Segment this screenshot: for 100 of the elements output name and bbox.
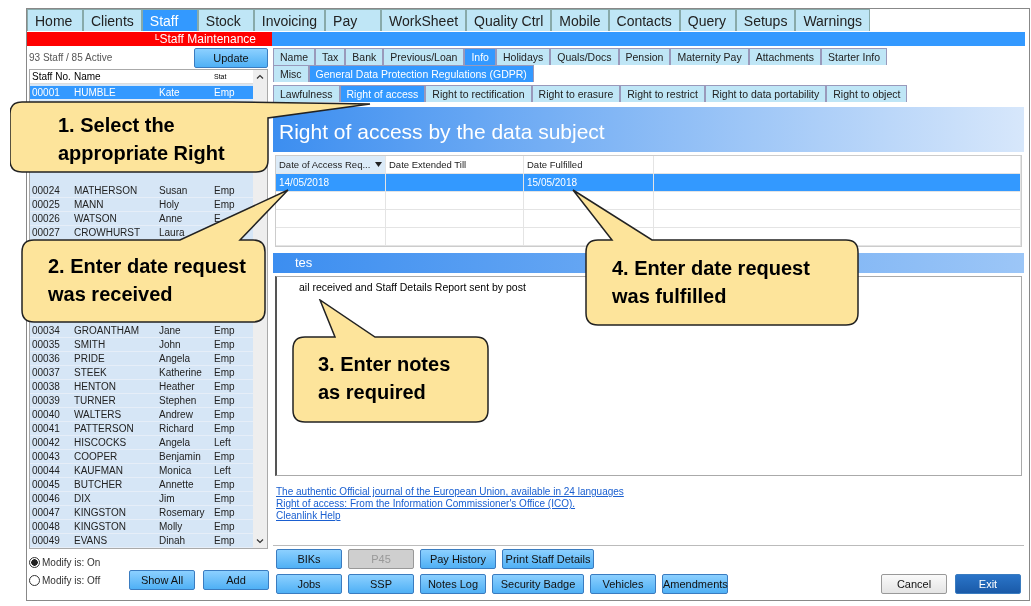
detail-tab[interactable]: Starter Info <box>821 48 887 65</box>
action-button[interactable]: Security Badge <box>492 574 584 594</box>
first-name: Jane <box>158 325 182 336</box>
rights-tab[interactable]: Right to rectification <box>425 85 532 102</box>
staff-row[interactable]: 00037 STEEK Katherine Emp <box>30 366 253 380</box>
radio-label: Modify is: On <box>42 557 101 568</box>
staff-row[interactable]: 00041 PATTERSON Richard Emp <box>30 422 253 436</box>
first-name: Katherine <box>158 367 203 378</box>
list-button[interactable]: Show All <box>129 570 195 590</box>
staff-number: 00038 <box>31 381 61 392</box>
list-button[interactable]: Add <box>203 570 269 590</box>
action-button[interactable]: SSP <box>348 574 414 594</box>
surname: EVANS <box>73 535 109 546</box>
surname: HUMBLE <box>73 87 117 98</box>
status: Emp <box>213 423 236 434</box>
staff-number: 00043 <box>31 451 61 462</box>
action-button[interactable]: Pay History <box>420 549 496 569</box>
status: Emp <box>213 409 236 420</box>
detail-tab[interactable]: Misc <box>273 65 309 82</box>
surname: MANN <box>73 199 105 210</box>
detail-tab[interactable]: Tax <box>315 48 346 65</box>
callout-label: 1. Select the appropriate Right <box>58 113 225 166</box>
radio-button[interactable] <box>29 557 40 568</box>
status: Emp <box>213 339 236 350</box>
column-header[interactable]: Date Fulfilled <box>524 156 654 173</box>
detail-tab[interactable]: Bank <box>345 48 384 65</box>
help-link[interactable]: The authentic Official journal of the European Union, available in 24 languages <box>276 486 624 497</box>
first-name: Monica <box>158 465 193 476</box>
staff-row[interactable]: 00039 TURNER Stephen Emp <box>30 394 253 408</box>
help-link[interactable]: Right of access: From the Information Commissioner's Office (ICO). <box>276 498 576 509</box>
surname: KINGSTON <box>73 507 128 518</box>
cancel-button[interactable]: Cancel <box>881 574 947 594</box>
first-name: Anne <box>158 213 184 224</box>
staff-row[interactable]: 00049 EVANS Dinah Emp <box>30 534 253 548</box>
status: Emp <box>213 353 236 364</box>
main-tab[interactable]: Quality Ctrl <box>466 9 552 31</box>
status: Left <box>213 437 232 448</box>
action-button[interactable]: Jobs <box>276 574 342 594</box>
staff-row[interactable]: 00046 DIX Jim Emp <box>30 492 253 506</box>
staff-row[interactable]: 00040 WALTERS Andrew Emp <box>30 408 253 422</box>
staff-number: 00026 <box>31 213 61 224</box>
scroll-up-icon[interactable] <box>256 74 264 79</box>
staff-row[interactable]: 00038 HENTON Heather Emp <box>30 380 253 394</box>
main-tab[interactable]: WorkSheet <box>381 9 467 31</box>
main-tab[interactable]: Warnings <box>795 9 870 31</box>
staff-number: 00040 <box>31 409 61 420</box>
main-tab[interactable]: Setups <box>735 9 796 31</box>
staff-row[interactable]: 00034 GROANTHAM Jane Emp <box>30 324 253 338</box>
main-tab[interactable]: Home <box>27 9 83 31</box>
main-tab[interactable]: Mobile <box>551 9 609 31</box>
first-name: Andrew <box>158 409 194 420</box>
detail-tab[interactable]: Pension <box>618 48 671 65</box>
column-header: Staff No. <box>31 71 72 82</box>
staff-number: 00044 <box>31 465 61 476</box>
staff-row[interactable]: 00035 SMITH John Emp <box>30 338 253 352</box>
first-name: Richard <box>158 423 195 434</box>
staff-row[interactable]: 00047 KINGSTON Rosemary Emp <box>30 506 253 520</box>
surname: WATSON <box>73 213 118 224</box>
scroll-down-icon[interactable] <box>256 539 264 544</box>
main-tab[interactable]: Clients <box>83 9 142 31</box>
update-button[interactable]: Update <box>194 47 268 68</box>
action-button[interactable]: Vehicles <box>590 574 656 594</box>
main-tab[interactable]: Invoicing <box>253 9 326 31</box>
help-link[interactable]: Cleanlink Help <box>276 510 341 521</box>
detail-tab[interactable]: Quals/Docs <box>550 48 619 65</box>
detail-tab[interactable]: Holidays <box>495 48 551 65</box>
column-header[interactable]: Date of Access Req... <box>276 156 386 173</box>
action-button[interactable]: Amendments <box>662 574 728 594</box>
radio-button[interactable] <box>29 574 40 586</box>
rights-tab[interactable]: Right to restrict <box>620 85 705 102</box>
action-button[interactable]: Print Staff Details <box>502 549 594 569</box>
detail-tab[interactable]: Maternity Pay <box>670 48 749 65</box>
action-button[interactable]: Notes Log <box>420 574 486 594</box>
first-name: Heather <box>158 381 196 392</box>
action-button[interactable]: BIKs <box>276 549 342 569</box>
staff-row[interactable]: 00048 KINGSTON Molly Emp <box>30 520 253 534</box>
column-header[interactable]: Date Extended Till <box>386 156 524 173</box>
rights-tab[interactable]: Right to data portability <box>704 85 827 102</box>
main-tab[interactable]: Query <box>679 9 736 31</box>
staff-row[interactable]: 00045 BUTCHER Annette Emp <box>30 478 253 492</box>
surname: COOPER <box>73 451 119 462</box>
surname: HISCOCKS <box>73 437 128 448</box>
main-tab[interactable]: Stock <box>197 9 254 31</box>
rights-tab[interactable]: Lawfulness <box>273 85 340 102</box>
staff-row[interactable]: 00043 COOPER Benjamin Emp <box>30 450 253 464</box>
detail-tab[interactable]: Previous/Loan <box>383 48 465 65</box>
main-tab[interactable]: Pay <box>325 9 382 31</box>
staff-row[interactable]: 00024 MATHERSON Susan Emp <box>30 184 253 198</box>
rights-tab[interactable]: Right to object <box>826 85 908 102</box>
staff-row[interactable]: 00042 HISCOCKS Angela Left <box>30 436 253 450</box>
staff-row[interactable]: 00036 PRIDE Angela Emp <box>30 352 253 366</box>
surname: PATTERSON <box>73 423 135 434</box>
exit-button[interactable]: Exit <box>955 574 1021 594</box>
staff-row[interactable]: 00044 KAUFMAN Monica Left <box>30 464 253 478</box>
status: Left <box>213 465 232 476</box>
detail-tab[interactable]: Attachments <box>748 48 822 65</box>
rights-tab[interactable]: Right to erasure <box>531 85 621 102</box>
staff-number: 00042 <box>31 437 61 448</box>
detail-tab[interactable]: Name <box>273 48 315 65</box>
main-tab[interactable]: Contacts <box>608 9 680 31</box>
